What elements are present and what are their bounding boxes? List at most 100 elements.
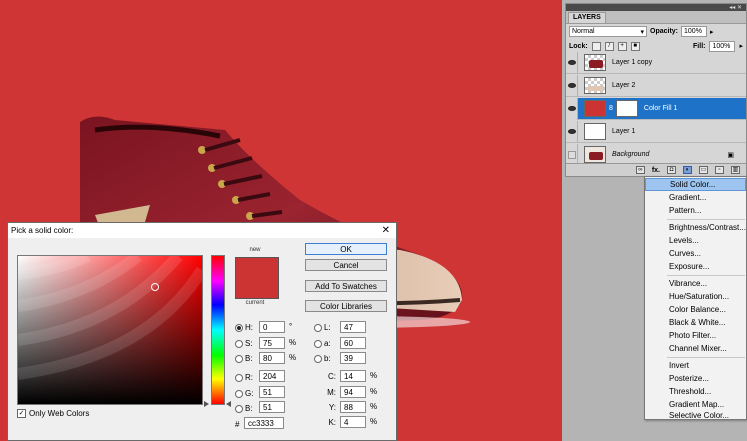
eye-icon <box>567 129 576 134</box>
percent-unit: % <box>370 387 378 396</box>
magenta-label: M: <box>327 388 336 397</box>
a-channel-input[interactable]: 60 <box>340 337 366 349</box>
blue-input[interactable]: 51 <box>259 401 285 413</box>
new-label: new <box>249 247 261 253</box>
menu-item-pattern[interactable]: Pattern... <box>645 204 746 217</box>
blend-mode-select[interactable]: Normal ▾ <box>569 26 647 37</box>
green-radio[interactable]: G: <box>235 389 253 398</box>
red-input[interactable]: 204 <box>259 370 285 382</box>
lightness-radio[interactable]: L: <box>314 323 331 332</box>
lightness-input[interactable]: 47 <box>340 321 366 333</box>
panel-tabs: LAYERS <box>566 11 746 24</box>
visibility-toggle[interactable] <box>566 74 578 97</box>
menu-separator <box>667 275 745 276</box>
menu-item-black-white[interactable]: Black & White... <box>645 316 746 329</box>
layer-row[interactable]: Layer 1 <box>566 120 746 143</box>
menu-item-curves[interactable]: Curves... <box>645 247 746 260</box>
b-channel-radio[interactable]: b: <box>314 354 331 363</box>
add-to-swatches-button[interactable]: Add To Swatches <box>305 280 387 292</box>
menu-item-gradient-map[interactable]: Gradient Map... <box>645 398 746 411</box>
menu-item-solid-color[interactable]: Solid Color... <box>645 178 746 191</box>
b-channel-input[interactable]: 39 <box>340 352 366 364</box>
fx-icon[interactable]: fx. <box>652 167 660 174</box>
link-icon[interactable]: 8 <box>609 105 613 112</box>
dialog-titlebar[interactable]: Pick a solid color: ✕ <box>8 223 396 238</box>
tab-layers[interactable]: LAYERS <box>568 12 606 23</box>
eye-icon <box>567 106 576 111</box>
visibility-toggle[interactable] <box>566 120 578 143</box>
ok-button[interactable]: OK <box>305 243 387 255</box>
new-group-icon[interactable]: ▭ <box>699 166 708 174</box>
fill-input[interactable]: 100% <box>709 40 736 52</box>
blend-row: Normal ▾ Opacity: 100% ▸ <box>566 24 746 39</box>
blue-radio[interactable]: B: <box>235 404 253 413</box>
hue-slider-handle[interactable] <box>226 401 231 407</box>
menu-item-brightness-contrast[interactable]: Brightness/Contrast... <box>645 221 746 234</box>
opacity-input[interactable]: 100% <box>681 26 708 37</box>
red-radio[interactable]: R: <box>235 373 253 382</box>
opacity-label: Opacity: <box>650 28 679 35</box>
color-field[interactable] <box>17 250 208 405</box>
collapse-icon[interactable]: ◂◂ ✕ <box>729 4 742 11</box>
lock-transparent-icon[interactable] <box>591 41 601 51</box>
visibility-toggle[interactable] <box>566 97 578 120</box>
panel-titlebar[interactable]: ◂◂ ✕ <box>566 4 746 11</box>
yellow-input[interactable]: 88 <box>340 401 366 413</box>
add-mask-icon[interactable]: ◘ <box>667 166 676 174</box>
brightness-radio[interactable]: B: <box>235 354 253 363</box>
menu-item-vibrance[interactable]: Vibrance... <box>645 277 746 290</box>
brightness-input[interactable]: 80 <box>259 352 285 364</box>
menu-item-invert[interactable]: Invert <box>645 359 746 372</box>
hue-input[interactable]: 0 <box>259 321 285 333</box>
color-libraries-button[interactable]: Color Libraries <box>305 300 387 312</box>
chevron-right-icon[interactable]: ▸ <box>710 28 714 36</box>
menu-item-channel-mixer[interactable]: Channel Mixer... <box>645 342 746 355</box>
menu-item-hue-saturation[interactable]: Hue/Saturation... <box>645 290 746 303</box>
only-web-colors-checkbox[interactable]: ✓ <box>17 409 26 418</box>
hex-label: # <box>235 420 240 429</box>
lock-pixels-icon[interactable]: / <box>604 41 614 51</box>
new-layer-icon[interactable]: ▫ <box>715 166 724 174</box>
menu-separator <box>667 357 745 358</box>
percent-unit: % <box>370 402 378 411</box>
hue-radio[interactable]: H: <box>235 323 253 332</box>
lock-position-icon[interactable]: + <box>617 41 627 51</box>
layer-name: Background <box>612 151 650 158</box>
magenta-input[interactable]: 94 <box>340 386 366 398</box>
visibility-toggle[interactable] <box>566 51 578 74</box>
percent-unit: % <box>370 417 378 426</box>
close-icon[interactable]: ✕ <box>382 225 390 236</box>
link-layers-icon[interactable]: ∞ <box>635 166 645 174</box>
fill-color-thumbnail[interactable] <box>584 100 606 117</box>
menu-item-color-balance[interactable]: Color Balance... <box>645 303 746 316</box>
cancel-button[interactable]: Cancel <box>305 259 387 271</box>
a-channel-radio[interactable]: a: <box>314 339 331 348</box>
menu-item-gradient[interactable]: Gradient... <box>645 191 746 204</box>
layer-row[interactable]: Layer 1 copy <box>566 51 746 74</box>
saturation-radio[interactable]: S: <box>235 339 253 348</box>
menu-item-exposure[interactable]: Exposure... <box>645 260 746 273</box>
menu-item-posterize[interactable]: Posterize... <box>645 372 746 385</box>
only-web-colors-option[interactable]: ✓ Only Web Colors <box>17 409 89 418</box>
lock-all-icon[interactable]: ■ <box>630 41 640 51</box>
only-web-colors-label: Only Web Colors <box>29 409 90 418</box>
cyan-label: C: <box>328 372 336 381</box>
adjustment-layer-icon[interactable]: ◐ <box>683 166 692 174</box>
layer-mask-thumbnail[interactable] <box>615 100 638 117</box>
menu-item-photo-filter[interactable]: Photo Filter... <box>645 329 746 342</box>
hue-slider-handle[interactable] <box>204 401 209 407</box>
layer-row-selected[interactable]: 8 Color Fill 1 <box>566 97 746 120</box>
layer-row[interactable]: Layer 2 <box>566 74 746 97</box>
menu-item-levels[interactable]: Levels... <box>645 234 746 247</box>
cyan-input[interactable]: 14 <box>340 370 366 382</box>
black-input[interactable]: 4 <box>340 416 366 428</box>
trash-icon[interactable]: ▥ <box>731 166 740 174</box>
hex-input[interactable]: cc3333 <box>244 417 284 429</box>
menu-item-threshold[interactable]: Threshold... <box>645 385 746 398</box>
hue-slider[interactable] <box>211 255 225 405</box>
green-input[interactable]: 51 <box>259 386 285 398</box>
saturation-input[interactable]: 75 <box>259 337 285 349</box>
chevron-right-icon[interactable]: ▸ <box>739 42 743 50</box>
menu-item-selective-color[interactable]: Selective Color... <box>645 411 746 420</box>
lock-icon: ▣ <box>727 151 734 159</box>
